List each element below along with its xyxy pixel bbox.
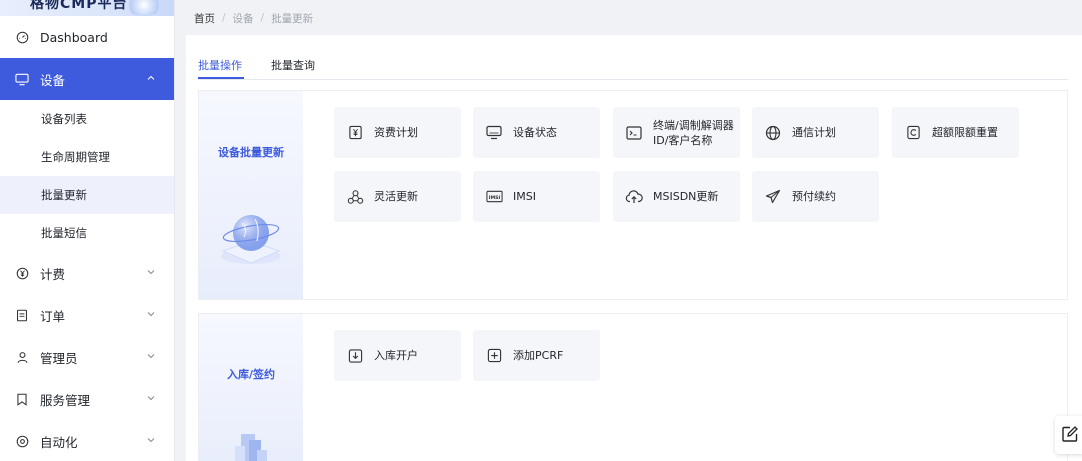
edit-icon: [1061, 425, 1079, 446]
card-label-line1: 终端/调制解调器: [653, 118, 734, 132]
card-prepaid-renewal[interactable]: 预付续约: [752, 171, 879, 222]
tab-bar: 批量操作 批量查询: [198, 55, 1068, 80]
terminal-icon: [625, 124, 643, 142]
panel-side-banner: 入库/签约: [199, 314, 303, 461]
breadcrumb-device[interactable]: 设备: [233, 11, 254, 26]
sidebar-subitem-label: 批量短信: [41, 226, 87, 240]
order-icon: [14, 307, 30, 323]
sidebar-item-device[interactable]: 设备: [0, 58, 174, 100]
monitor-icon: [14, 71, 30, 87]
sidebar-item-label: Dashboard: [40, 29, 108, 45]
chevron-down-icon: [146, 351, 156, 361]
plus-box-icon: [485, 347, 503, 365]
breadcrumb: 首页 / 设备 / 批量更新: [175, 0, 1082, 36]
card-terminal-modem-id[interactable]: 终端/调制解调器 ID/客户名称: [613, 107, 740, 158]
card-imsi[interactable]: IMSI IMSI: [473, 171, 600, 222]
chevron-down-icon: [146, 435, 156, 445]
card-overage-limit-reset[interactable]: 超额限额重置: [892, 107, 1019, 158]
panel-side-banner: 设备批量更新: [199, 91, 303, 299]
sidebar-subitem-lifecycle[interactable]: 生命周期管理: [0, 138, 174, 176]
svg-text:IMSI: IMSI: [488, 195, 500, 201]
chevron-down-icon: [146, 309, 156, 319]
sidebar-subitem-device-list[interactable]: 设备列表: [0, 100, 174, 138]
breadcrumb-home[interactable]: 首页: [194, 11, 215, 26]
send-icon: [764, 188, 782, 206]
globe-icon: [764, 124, 782, 142]
tab-batch-operation[interactable]: 批量操作: [198, 57, 242, 73]
card-label: MSISDN更新: [653, 190, 719, 203]
sidebar-item-label: 订单: [40, 308, 66, 324]
user-icon: [14, 349, 30, 365]
card-label: IMSI: [513, 190, 536, 203]
edit-floating-button[interactable]: [1055, 416, 1082, 454]
panel-warehouse-contract: 入库/签约 入库开户 添加PCRF: [198, 313, 1068, 461]
chevron-down-icon: [146, 393, 156, 403]
sidebar-item-label: 自动化: [40, 434, 78, 450]
card-flexible-update[interactable]: 灵活更新: [334, 171, 461, 222]
card-label: 灵活更新: [374, 190, 418, 203]
sidebar-subitem-label: 生命周期管理: [41, 150, 110, 164]
breadcrumb-separator: /: [260, 12, 265, 24]
tab-active-underline: [198, 77, 244, 79]
sidebar-item-dashboard[interactable]: Dashboard: [0, 16, 174, 58]
bookmark-icon: [14, 391, 30, 407]
card-label: 添加PCRF: [513, 349, 564, 362]
sidebar-item-label: 计费: [40, 266, 66, 282]
network-icon: [346, 188, 364, 206]
panel-device-batch-update: 设备批量更新 资费计划 设备状态 终端/调制解调器 ID/客户名称 通信计划 超…: [198, 90, 1068, 300]
automation-icon: [14, 433, 30, 449]
card-stock-open-account[interactable]: 入库开户: [334, 330, 461, 381]
panel-title: 入库/签约: [226, 368, 276, 381]
sidebar-item-label: 设备: [40, 72, 66, 88]
card-label: 通信计划: [792, 126, 836, 139]
reset-icon: [904, 124, 922, 142]
chevron-up-icon: [146, 73, 156, 83]
logo-decoration: [124, 0, 164, 16]
sidebar: 格物CMP平台 Dashboard 设备 设备列表 生命周期管理 批量更新 批量…: [0, 0, 175, 461]
card-device-status[interactable]: 设备状态: [473, 107, 600, 158]
card-communication-plan[interactable]: 通信计划: [752, 107, 879, 158]
card-label: 超额限额重置: [932, 126, 998, 139]
sidebar-item-admin[interactable]: 管理员: [0, 336, 174, 378]
imsi-icon: IMSI: [485, 188, 503, 206]
card-tariff-plan[interactable]: 资费计划: [334, 107, 461, 158]
card-label: 终端/调制解调器 ID/客户名称: [653, 118, 734, 148]
card-label: 设备状态: [513, 126, 557, 139]
card-add-pcrf[interactable]: 添加PCRF: [473, 330, 600, 381]
card-msisdn-update[interactable]: MSISDN更新: [613, 171, 740, 222]
sidebar-subitem-batch-sms[interactable]: 批量短信: [0, 214, 174, 252]
chevron-down-icon: [146, 267, 156, 277]
boxes-illustration: [235, 434, 267, 461]
yen-doc-icon: [346, 124, 364, 142]
sidebar-item-label: 服务管理: [40, 392, 91, 408]
sidebar-item-orders[interactable]: 订单: [0, 294, 174, 336]
yen-icon: [14, 265, 30, 281]
sidebar-subitem-label: 设备列表: [41, 112, 87, 126]
download-box-icon: [346, 347, 364, 365]
card-label: 预付续约: [792, 190, 836, 203]
sidebar-item-label: 管理员: [40, 350, 78, 366]
sidebar-subitem-batch-update[interactable]: 批量更新: [0, 176, 174, 214]
logo-banner: 格物CMP平台: [0, 0, 174, 16]
sidebar-item-billing[interactable]: 计费: [0, 252, 174, 294]
sidebar-subitem-label: 批量更新: [41, 188, 87, 202]
breadcrumb-separator: /: [222, 12, 226, 24]
sidebar-item-automation[interactable]: 自动化: [0, 420, 174, 461]
cloud-upload-icon: [625, 188, 643, 206]
card-label: 入库开户: [374, 349, 418, 362]
panel-title: 设备批量更新: [218, 146, 284, 159]
card-label: 资费计划: [374, 126, 418, 139]
logo-text: 格物CMP平台: [30, 0, 128, 12]
monitor-icon: [485, 124, 503, 142]
tab-batch-query[interactable]: 批量查询: [271, 57, 315, 73]
globe-illustration: [221, 215, 281, 264]
main-content: 批量操作 批量查询 设备批量更新 资费计划 设备状态 终端/调制解调器 ID/客…: [186, 35, 1082, 461]
card-label-line2: ID/客户名称: [653, 133, 713, 147]
breadcrumb-current: 批量更新: [271, 12, 314, 25]
sidebar-item-service[interactable]: 服务管理: [0, 378, 174, 420]
gauge-icon: [14, 29, 30, 45]
